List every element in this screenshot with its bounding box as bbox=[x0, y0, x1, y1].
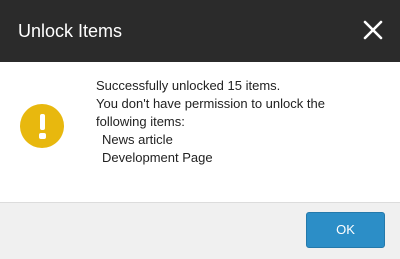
close-icon bbox=[363, 20, 383, 40]
unlock-items-dialog: Unlock Items Successfully unlocked 15 it… bbox=[0, 0, 400, 259]
close-button[interactable] bbox=[360, 17, 386, 43]
warning-icon bbox=[20, 104, 64, 148]
dialog-message: Successfully unlocked 15 items. You don'… bbox=[96, 77, 386, 167]
locked-item: Development Page bbox=[102, 150, 213, 165]
ok-button[interactable]: OK bbox=[306, 212, 385, 248]
message-line: following items: bbox=[96, 114, 185, 129]
dialog-title: Unlock Items bbox=[18, 21, 123, 41]
locked-item: News article bbox=[102, 132, 173, 147]
dialog-body: Successfully unlocked 15 items. You don'… bbox=[0, 62, 400, 202]
message-line: Successfully unlocked 15 items. bbox=[96, 78, 281, 93]
dialog-titlebar: Unlock Items bbox=[0, 0, 400, 62]
dialog-footer: OK bbox=[0, 202, 400, 259]
message-line: You don't have permission to unlock the bbox=[96, 96, 325, 111]
